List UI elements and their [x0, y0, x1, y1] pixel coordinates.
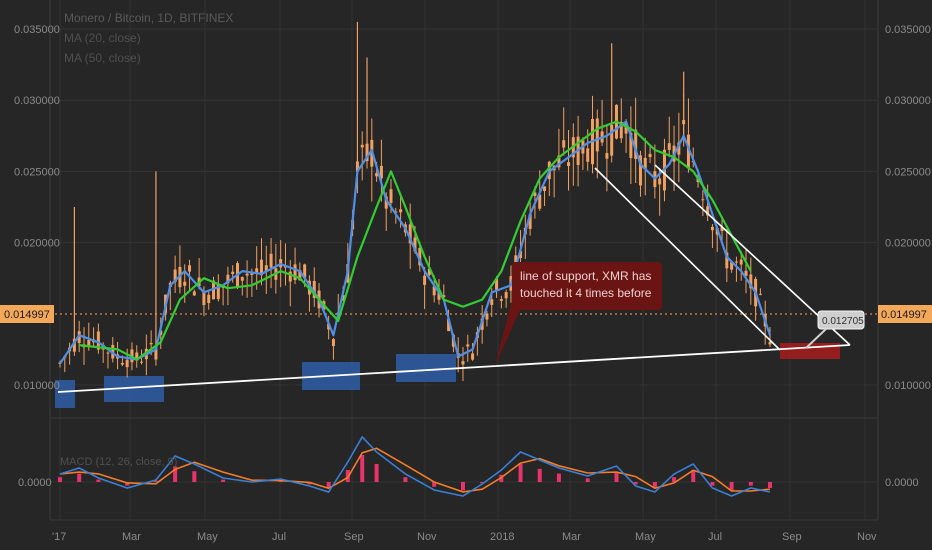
x-tick-label: Mar	[562, 531, 581, 543]
macd-histogram-bar	[192, 471, 197, 482]
candle-body	[188, 265, 192, 272]
y-tick-label-left: 0.010000	[14, 380, 60, 392]
annotation-line-1: line of support, XMR has	[520, 269, 651, 283]
ma50-legend: MA (50, close)	[64, 51, 141, 65]
y-tick-label-left: 0.025000	[14, 166, 60, 178]
candle-body	[701, 199, 705, 201]
candle-body	[658, 178, 662, 185]
x-tick-label: Nov	[857, 531, 877, 543]
macd-histogram-bar	[58, 477, 62, 482]
grid-lines	[49, 0, 879, 521]
macd-signal-line	[59, 447, 771, 493]
candle-body	[667, 143, 671, 150]
macd-histogram-bar	[556, 473, 561, 482]
candle-body	[269, 253, 273, 268]
macd-histogram-bar	[768, 482, 772, 488]
macd-histogram-bar	[748, 482, 753, 486]
macd-histogram-bar	[460, 482, 465, 491]
chart-title: Monero / Bitcoin, 1D, BITFINEX	[64, 11, 233, 25]
candle-body	[202, 292, 206, 306]
x-tick-label: Sep	[782, 531, 802, 543]
candle-body	[490, 299, 494, 305]
ma20-legend: MA (20, close)	[64, 31, 141, 45]
x-tick-label: Jul	[272, 531, 286, 543]
candle-body	[758, 293, 762, 295]
candle-body	[231, 271, 235, 275]
macd-histogram-bar	[518, 464, 523, 482]
macd-histogram-bar	[403, 477, 408, 482]
candle-body	[471, 353, 475, 360]
price-callout-text: 0.012705	[822, 316, 864, 327]
macd-zero-right: 0.0000	[885, 477, 919, 489]
macd-histogram-bar	[537, 468, 542, 482]
x-tick-label: May	[197, 531, 218, 543]
y-tick-label-left: 0.035000	[14, 24, 60, 36]
macd-histogram-bar	[221, 479, 226, 482]
x-tick-label: '17	[52, 531, 66, 543]
candle-body	[739, 259, 743, 265]
price-tag-left-text: 0.014997	[4, 309, 50, 321]
candle-body	[499, 299, 503, 301]
macd-histogram-bar	[691, 471, 696, 482]
price-tag-right-text: 0.014997	[881, 309, 927, 321]
candle-body	[389, 189, 393, 203]
x-tick-label: 2018	[490, 531, 514, 543]
x-tick-label: Mar	[122, 531, 141, 543]
candle-body	[140, 361, 144, 363]
candle-body	[149, 342, 153, 345]
x-tick-label: Nov	[417, 531, 437, 543]
candle-body	[648, 153, 652, 158]
candle-body	[461, 361, 465, 365]
x-tick-label: Sep	[344, 531, 364, 543]
macd-zero-left: 0.0000	[18, 477, 52, 489]
candle-body	[586, 148, 590, 162]
macd-histogram-bar	[77, 473, 82, 482]
candle-body	[125, 359, 129, 368]
candle-body	[120, 362, 124, 365]
candle-body	[504, 292, 508, 299]
candle-body	[331, 339, 335, 347]
support-touch-box	[396, 354, 456, 382]
candle-body	[605, 153, 609, 159]
y-tick-label-right: 0.010000	[885, 380, 931, 392]
macd-histogram-bar	[374, 464, 379, 482]
candle-body	[595, 118, 599, 152]
candle-body	[192, 291, 196, 296]
x-tick-label: May	[635, 531, 656, 543]
x-tick-label: Jul	[708, 531, 722, 543]
candle-body	[466, 344, 470, 347]
candle-body	[245, 273, 249, 276]
annotation-pointer	[495, 300, 520, 366]
macd-legend: MACD (12, 26, close, 9)	[60, 456, 177, 468]
y-tick-label-right: 0.020000	[885, 238, 931, 250]
macd-histogram-bar	[96, 479, 101, 482]
macd-histogram-bar	[360, 455, 365, 482]
price-chart: 0.035000 0.035000 0.030000 0.030000 0.025000…	[0, 0, 932, 543]
y-tick-label-right: 0.030000	[885, 95, 931, 107]
candle-body	[423, 275, 427, 285]
candle-body	[360, 144, 364, 148]
y-tick-label-left: 0.020000	[14, 238, 60, 250]
candle-body	[485, 313, 489, 320]
macd-histogram-bar	[585, 478, 590, 482]
macd-histogram-bar	[614, 472, 619, 482]
annotation-line-2: touched it 4 times before	[520, 286, 652, 300]
candles	[58, 21, 772, 382]
candle-body	[562, 140, 566, 148]
y-tick-label-left: 0.030000	[14, 95, 60, 107]
candle-body	[207, 294, 211, 304]
candle-body	[183, 281, 187, 286]
y-tick-label-right: 0.035000	[885, 24, 931, 36]
y-tick-label-right: 0.025000	[885, 166, 931, 178]
candle-body	[710, 226, 714, 231]
candle-body	[399, 209, 403, 213]
chart-root: 0.035000 0.035000 0.030000 0.030000 0.025000…	[0, 0, 932, 550]
candle-body	[567, 162, 571, 166]
candle-body	[106, 352, 110, 354]
candle-body	[734, 261, 738, 263]
candle-body	[240, 277, 244, 281]
